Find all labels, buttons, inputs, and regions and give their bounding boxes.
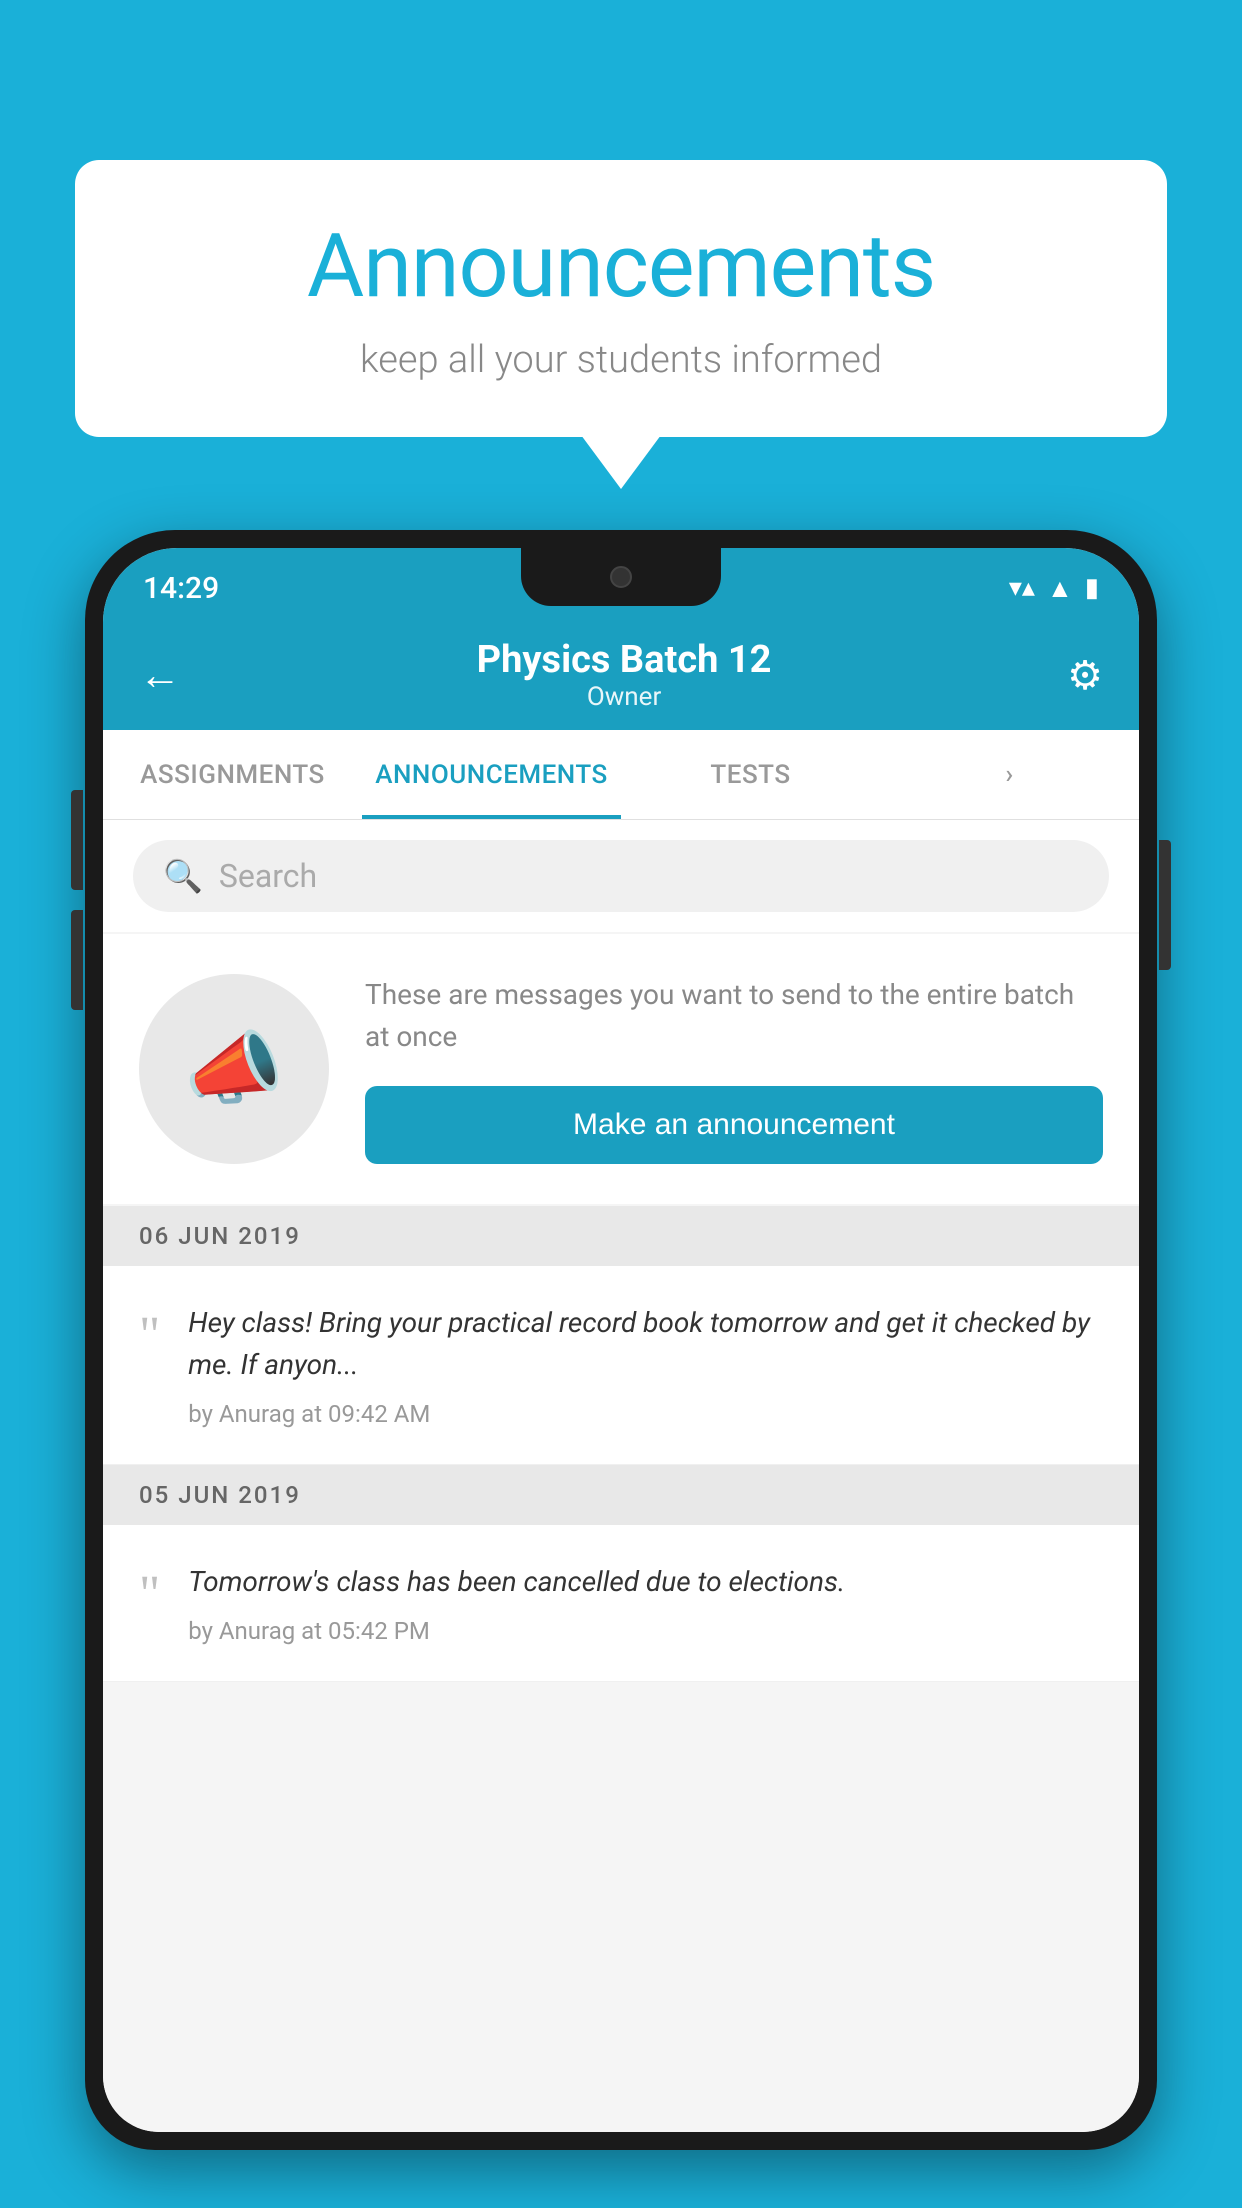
tab-assignments[interactable]: ASSIGNMENTS xyxy=(103,730,362,819)
app-bar: ← Physics Batch 12 Owner ⚙ xyxy=(103,620,1139,730)
date-divider-1: 06 JUN 2019 xyxy=(103,1206,1139,1266)
announcement-item-2[interactable]: " Tomorrow's class has been cancelled du… xyxy=(103,1525,1139,1682)
intro-description: These are messages you want to send to t… xyxy=(365,974,1103,1058)
bubble-subtitle: keep all your students informed xyxy=(135,338,1107,382)
tabs-container: ASSIGNMENTS ANNOUNCEMENTS TESTS › xyxy=(103,730,1139,820)
quote-icon-1: " xyxy=(139,1310,160,1362)
intro-card: 📣 These are messages you want to send to… xyxy=(103,934,1139,1204)
speech-bubble-section: Announcements keep all your students inf… xyxy=(75,160,1167,437)
power-button xyxy=(1159,840,1171,970)
bubble-title: Announcements xyxy=(135,215,1107,318)
intro-content: These are messages you want to send to t… xyxy=(365,974,1103,1164)
camera-dot xyxy=(610,566,632,588)
tab-more[interactable]: › xyxy=(880,730,1139,819)
make-announcement-button[interactable]: Make an announcement xyxy=(365,1086,1103,1164)
phone-outer: 14:29 ▾▴ ▲ ▮ ← Physics Batch 12 Owner ⚙ xyxy=(85,530,1157,2150)
date-divider-2: 05 JUN 2019 xyxy=(103,1465,1139,1525)
announcement-item-1[interactable]: " Hey class! Bring your practical record… xyxy=(103,1266,1139,1465)
megaphone-icon: 📣 xyxy=(184,1022,284,1116)
content-area: 🔍 Search 📣 These are messages you want t… xyxy=(103,820,1139,2132)
megaphone-circle: 📣 xyxy=(139,974,329,1164)
app-bar-title-group: Physics Batch 12 Owner xyxy=(477,638,772,712)
search-box[interactable]: 🔍 Search xyxy=(133,840,1109,912)
announcement-meta-2: by Anurag at 05:42 PM xyxy=(188,1617,1103,1645)
announcement-message-2: Tomorrow's class has been cancelled due … xyxy=(188,1561,1103,1603)
tab-tests[interactable]: TESTS xyxy=(621,730,880,819)
announcement-text-1: Hey class! Bring your practical record b… xyxy=(188,1302,1103,1428)
volume-down-button xyxy=(71,910,83,1010)
speech-bubble: Announcements keep all your students inf… xyxy=(75,160,1167,437)
signal-icon: ▲ xyxy=(1047,573,1073,604)
quote-icon-2: " xyxy=(139,1569,160,1621)
search-icon: 🔍 xyxy=(163,857,203,895)
status-time: 14:29 xyxy=(143,571,219,606)
announcement-message-1: Hey class! Bring your practical record b… xyxy=(188,1302,1103,1386)
announcement-meta-1: by Anurag at 09:42 AM xyxy=(188,1400,1103,1428)
search-container: 🔍 Search xyxy=(103,820,1139,932)
settings-icon[interactable]: ⚙ xyxy=(1067,652,1103,699)
wifi-icon: ▾▴ xyxy=(1009,573,1035,603)
phone-screen: 14:29 ▾▴ ▲ ▮ ← Physics Batch 12 Owner ⚙ xyxy=(103,548,1139,2132)
app-bar-title: Physics Batch 12 xyxy=(477,638,772,682)
app-bar-subtitle: Owner xyxy=(477,682,772,712)
announcement-text-2: Tomorrow's class has been cancelled due … xyxy=(188,1561,1103,1645)
battery-icon: ▮ xyxy=(1085,573,1099,603)
status-icons: ▾▴ ▲ ▮ xyxy=(1009,573,1099,604)
phone-notch xyxy=(521,548,721,606)
search-input[interactable]: Search xyxy=(219,857,317,895)
volume-up-button xyxy=(71,790,83,890)
back-button[interactable]: ← xyxy=(139,651,181,700)
phone-wrapper: 14:29 ▾▴ ▲ ▮ ← Physics Batch 12 Owner ⚙ xyxy=(85,530,1157,2208)
tab-announcements[interactable]: ANNOUNCEMENTS xyxy=(362,730,621,819)
